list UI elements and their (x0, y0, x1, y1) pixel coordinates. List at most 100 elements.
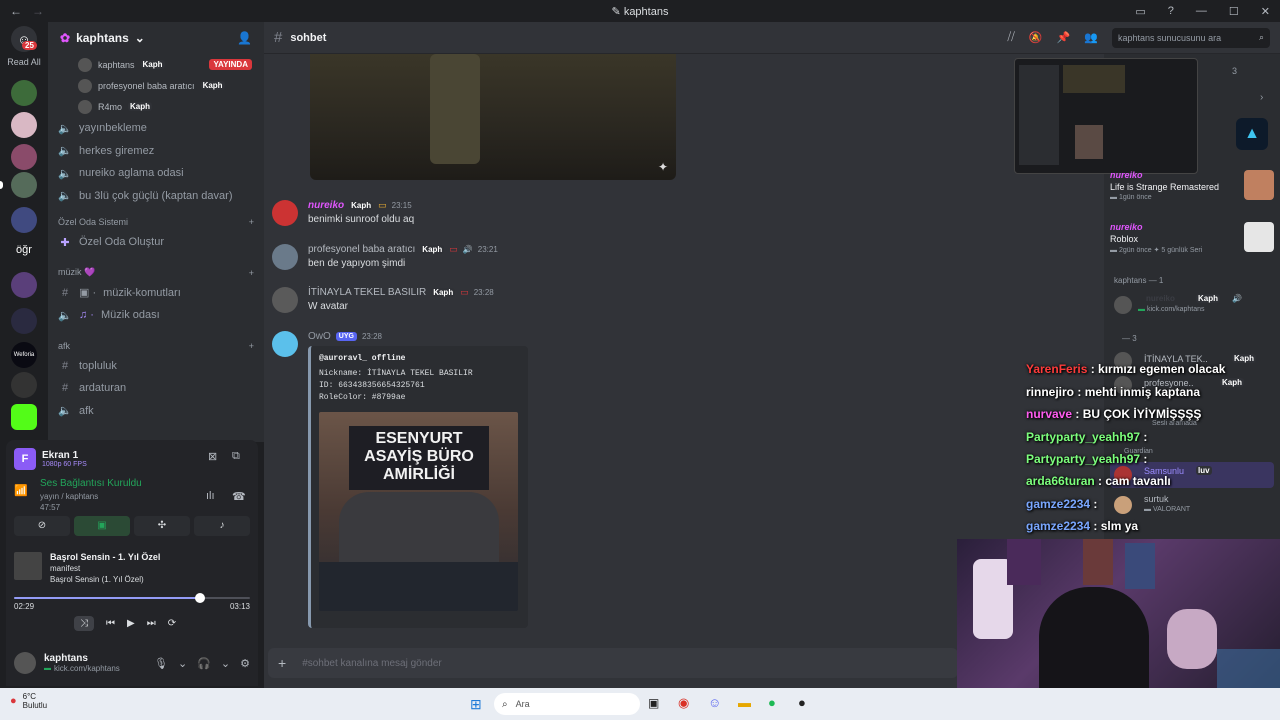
app-icon[interactable]: ● (798, 695, 806, 710)
add-channel-icon[interactable]: + (249, 268, 254, 278)
message-author[interactable]: nureiko (308, 200, 344, 211)
threads-icon[interactable]: ⧸⧸ (1007, 31, 1014, 44)
server-icon-5[interactable] (11, 207, 37, 233)
user-avatar[interactable] (14, 652, 36, 674)
camera-off-button[interactable]: ⊘ (14, 516, 70, 536)
soundboard-icon[interactable]: ılı (206, 490, 215, 502)
voice-channel[interactable]: 🔈 bu 3lü çok güçlü (kaptan davar) (48, 185, 264, 208)
weather-widget[interactable]: ● 6°C Bulutlu (10, 692, 47, 710)
previous-icon[interactable]: ⏮ (106, 618, 115, 629)
progress-knob[interactable] (195, 593, 206, 603)
category-afk[interactable]: afk + (48, 331, 264, 355)
voice-channel[interactable]: 🔈 yayınbekleme (48, 117, 264, 140)
voice-user[interactable]: profesyonel baba aratıcı Kaph (48, 75, 264, 96)
disconnect-icon[interactable]: ☎ (232, 490, 246, 503)
message-author[interactable]: İTİNAYLA TEKEL BASILIR (308, 287, 426, 298)
inbox-icon[interactable]: ▭ (1135, 5, 1145, 18)
mute-bell-icon[interactable]: 🔕 (1029, 31, 1043, 44)
avatar[interactable] (272, 331, 298, 357)
server-icon-1[interactable] (11, 80, 37, 106)
message-author[interactable]: OwO (308, 331, 331, 342)
server-icon-4[interactable] (11, 172, 37, 198)
voice-user-name: kaphtans (98, 59, 135, 70)
activity-card[interactable]: nureiko Life is Strange Remastered ▬ 1gü… (1110, 170, 1274, 212)
activity-card[interactable]: nureiko Roblox ▬ 2gün önce ✦ 5 günlük Se… (1110, 222, 1274, 264)
voice-channel[interactable]: 🔈 nureiko aglama odasi (48, 162, 264, 185)
avatar[interactable] (272, 200, 298, 226)
text-channel[interactable]: # topluluk (48, 355, 264, 378)
member-row[interactable]: surtuk ▬ VALORANT (1114, 494, 1274, 518)
avatar (78, 57, 92, 72)
activities-button[interactable]: ✣ (134, 516, 190, 536)
read-all-button[interactable]: Read All (2, 57, 46, 67)
voice-channel[interactable]: 🔈 herkes giremez (48, 140, 264, 163)
server-icon-7[interactable] (11, 308, 37, 334)
avatar (1114, 296, 1132, 314)
message-author[interactable]: profesyonel baba aratıcı (308, 244, 415, 255)
window-title-text: kaphtans (623, 5, 669, 18)
attachment-image[interactable]: ✦ (310, 54, 676, 180)
maximize-icon[interactable]: ☐ (1229, 5, 1239, 18)
server-icon-8[interactable] (11, 372, 37, 398)
chrome-icon[interactable]: ◉ (678, 695, 689, 711)
add-member-icon[interactable]: 👤 (237, 31, 252, 45)
voice-panel: F Ekran 1 1080p 60 FPS ⊠ ⧉ 📶 Ses Bağlant… (6, 440, 258, 640)
plus-circle-icon[interactable]: + (278, 655, 286, 671)
add-channel-icon[interactable]: + (249, 217, 254, 227)
help-icon[interactable]: ? (1168, 5, 1174, 18)
spotify-icon[interactable]: ● (768, 695, 776, 710)
task-view-icon[interactable]: ▣ (648, 696, 659, 710)
start-button[interactable]: ⊞ (470, 696, 486, 712)
popout-icon[interactable]: ⧉ (232, 450, 240, 463)
message-input[interactable]: + #sohbet kanalına mesaj gönder (268, 648, 958, 678)
search-input[interactable]: kaphtans sunucusunu ara ⌕ (1112, 27, 1270, 48)
channel-label: afk (79, 404, 94, 417)
shuffle-icon[interactable]: ⤨ (74, 616, 94, 631)
stop-stream-icon[interactable]: ⊠ (208, 450, 217, 463)
voice-user[interactable]: R4mo Kaph (48, 96, 264, 117)
avatar[interactable] (272, 287, 298, 313)
create-room-channel[interactable]: ✚ Özel Oda Oluştur (48, 231, 264, 254)
pin-icon[interactable]: 📌 (1057, 31, 1071, 44)
category-music[interactable]: müzik 💜 + (48, 258, 264, 282)
stream-thumbnail[interactable] (1014, 58, 1198, 174)
progress-track[interactable] (14, 593, 250, 603)
headphones-icon[interactable]: 🎧 (197, 657, 211, 670)
close-icon[interactable]: ✕ (1261, 5, 1270, 18)
server-header[interactable]: ✿ kaphtans ⌄ 👤 (48, 22, 264, 54)
members-icon[interactable]: 👥 (1084, 31, 1098, 44)
folder-icon[interactable]: ▬ (738, 695, 751, 710)
embed-image[interactable]: ESENYURT ASAYİŞ BÜRO AMİRLİĞİ (319, 412, 518, 611)
chevron-down-icon[interactable]: ⌄ (221, 657, 230, 670)
server-icon-3[interactable] (11, 144, 37, 170)
group-header: — 3 (1122, 334, 1137, 343)
voice-user[interactable]: kaphtans Kaph YAYINDA (48, 54, 264, 75)
screen-share-button[interactable]: ▣ (74, 516, 130, 536)
server-weforia[interactable]: Weforia (11, 342, 37, 368)
server-ogr[interactable]: öğr (11, 244, 37, 256)
voice-channel[interactable]: 🔈 afk (48, 400, 264, 423)
text-channel[interactable]: # ▣ · müzik-komutları (48, 282, 264, 305)
overlay-chat-user: rinnejiro (1026, 385, 1075, 399)
chevron-down-icon[interactable]: ⌄ (178, 657, 187, 670)
server-icon-2[interactable] (11, 112, 37, 138)
server-icon-kick[interactable] (11, 404, 37, 430)
microphone-icon[interactable]: 🎙 (154, 657, 168, 670)
repeat-icon[interactable]: ⟳ (168, 618, 176, 629)
soundboard-button[interactable]: ♪ (194, 516, 250, 536)
member-row[interactable]: nureiko Kaph 🔊 ▬ kick.com/kaphtans (1114, 294, 1274, 318)
category-private[interactable]: Özel Oda Sistemi + (48, 207, 264, 231)
voice-channel[interactable]: 🔈 ♫ · Müzik odası (48, 304, 264, 327)
text-channel[interactable]: # ardaturan (48, 377, 264, 400)
app-logo[interactable]: ▲ (1236, 118, 1268, 150)
taskbar-search[interactable]: ⌕ Ara (494, 693, 640, 715)
gear-icon[interactable]: ⚙ (240, 657, 250, 670)
minimize-icon[interactable]: — (1196, 5, 1207, 18)
add-channel-icon[interactable]: + (249, 341, 254, 351)
avatar[interactable] (272, 244, 298, 270)
server-icon-6[interactable] (11, 272, 37, 298)
discord-icon[interactable]: ☺ (708, 695, 721, 710)
next-icon[interactable]: ⏭ (147, 618, 156, 629)
play-icon[interactable]: ▶ (127, 618, 135, 629)
chevron-right-icon[interactable]: › (1260, 92, 1263, 103)
